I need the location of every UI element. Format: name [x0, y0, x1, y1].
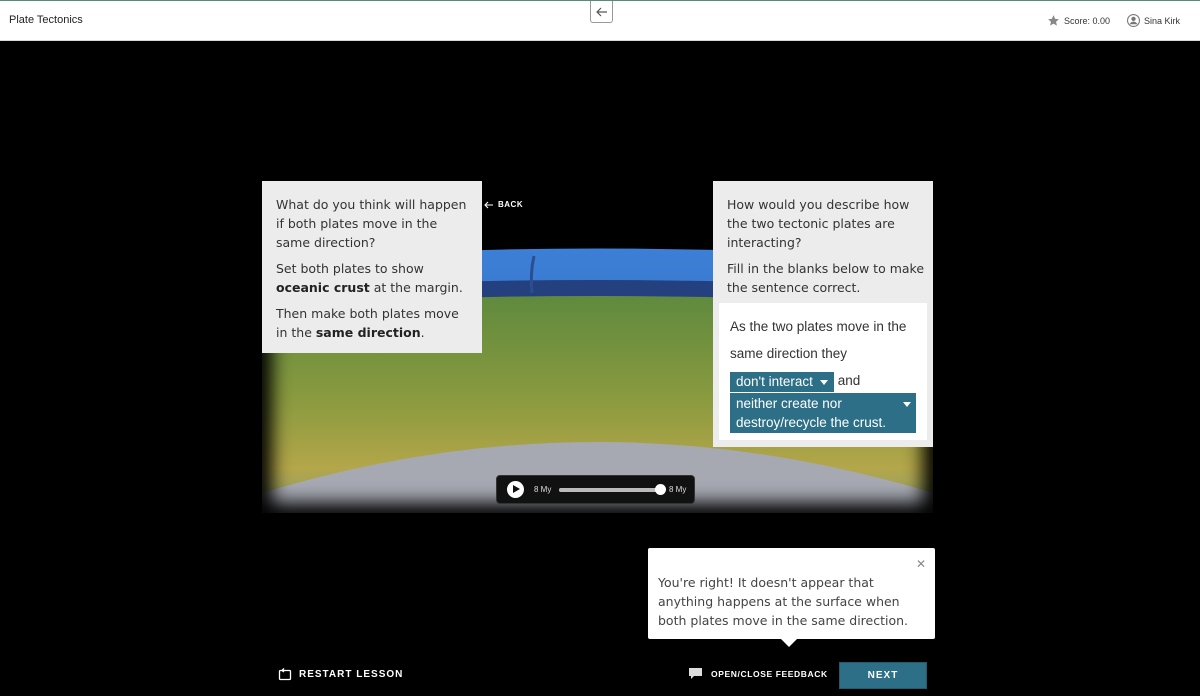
collapse-button[interactable] — [590, 1, 613, 23]
left-question: What do you think will happen if both pl… — [276, 197, 467, 250]
restart-label: RESTART LESSON — [299, 668, 404, 680]
sentence-start: As the two plates move in the same direc… — [730, 319, 907, 361]
star-icon — [1048, 15, 1059, 26]
arrow-left-icon — [595, 7, 607, 16]
timeline-control: 8 My 8 My — [496, 475, 695, 504]
open-close-feedback-button[interactable]: OPEN/CLOSE FEEDBACK — [688, 667, 828, 680]
restart-icon — [278, 668, 292, 681]
chevron-down-icon — [903, 402, 911, 407]
play-button[interactable] — [507, 481, 524, 498]
top-bar: Plate Tectonics Score: 0.00 Sina Kirk — [0, 0, 1200, 41]
right-question: How would you describe how the two tecto… — [727, 197, 910, 250]
close-icon[interactable]: ✕ — [916, 555, 926, 574]
next-button[interactable]: NEXT — [839, 662, 927, 689]
fill-in-blank-box: As the two plates move in the same direc… — [719, 303, 927, 440]
back-link[interactable]: BACK — [484, 200, 523, 209]
user-menu[interactable]: Sina Kirk — [1127, 14, 1180, 27]
app-title: Plate Tectonics — [9, 14, 83, 26]
restart-lesson-button[interactable]: RESTART LESSON — [278, 667, 403, 681]
back-label: BACK — [498, 200, 524, 209]
timeline-end-label: 8 My — [669, 485, 687, 494]
score-display: Score: 0.00 — [1047, 14, 1110, 27]
timeline-start-label: 8 My — [534, 485, 552, 494]
sentence-line-2: don't interact and — [730, 367, 927, 394]
instruction-card-left: What do you think will happen if both pl… — [262, 181, 482, 353]
speech-bubble-icon — [689, 668, 702, 679]
arrow-left-icon — [484, 201, 493, 208]
left-instruction-2: Then make both plates move in the same d… — [276, 306, 459, 340]
open-feedback-label: OPEN/CLOSE FEEDBACK — [711, 668, 828, 679]
feedback-popup: ✕ You're right! It doesn't appear that a… — [648, 548, 935, 647]
left-instruction-1: Set both plates to show oceanic crust at… — [276, 261, 463, 295]
timeline-progress — [559, 488, 659, 492]
question-card-right: How would you describe how the two tecto… — [713, 181, 933, 447]
score-label: Score: 0.00 — [1064, 15, 1111, 26]
right-instruction: Fill in the blanks below to make the sen… — [727, 261, 925, 295]
feedback-message: You're right! It doesn't appear that any… — [658, 575, 909, 628]
crust-effect-select[interactable]: neither create nor destroy/recycle the c… — [730, 393, 916, 433]
chevron-down-icon — [820, 379, 828, 385]
user-avatar-icon — [1127, 14, 1140, 27]
timeline-slider[interactable] — [559, 488, 661, 492]
user-name: Sina Kirk — [1144, 15, 1181, 26]
timeline-handle[interactable] — [655, 484, 666, 495]
connector-text: and — [837, 373, 861, 388]
interaction-select[interactable]: don't interact — [730, 372, 834, 393]
